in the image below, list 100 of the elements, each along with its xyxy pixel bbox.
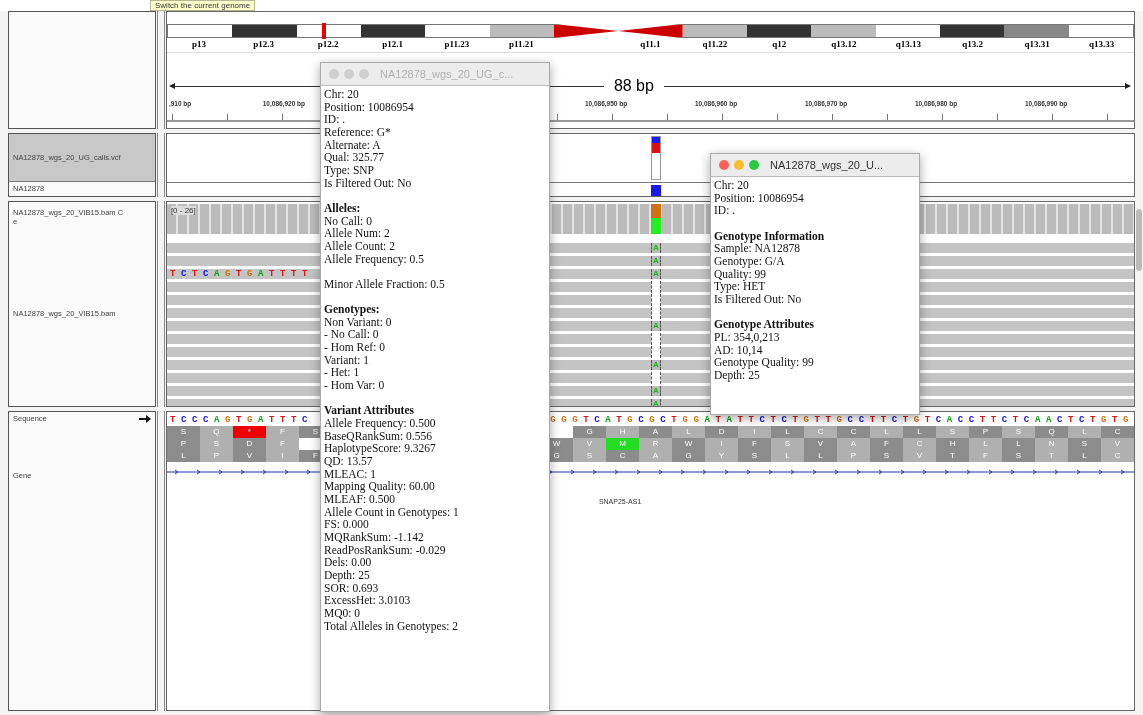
- amino-acid: P: [837, 450, 870, 462]
- amino-acid: H: [606, 426, 639, 438]
- amino-acid: S: [199, 438, 233, 450]
- info-line: Is Filtered Out: No: [714, 292, 803, 306]
- amino-acid: Q: [199, 426, 233, 438]
- mismatch-base: A: [650, 399, 661, 406]
- amino-acid: V: [903, 450, 936, 462]
- allele-frequency-bar[interactable]: [650, 136, 661, 180]
- coverage-range: [0 - 26]: [170, 206, 196, 215]
- chromosome-band[interactable]: [360, 24, 426, 38]
- amino-acid: N: [1035, 438, 1068, 450]
- scrollbar-thumb[interactable]: [1136, 209, 1142, 271]
- info-line: Depth: 25: [714, 368, 761, 382]
- amino-acid: S: [573, 450, 606, 462]
- amino-acid: G: [672, 450, 705, 462]
- band-label: p12.1: [382, 39, 403, 49]
- info-line: - Hom Ref: 0: [324, 341, 386, 354]
- info-line: No Call: 0: [324, 214, 373, 228]
- amino-acid: C: [804, 426, 837, 438]
- info-line: MLEAF: 0.500: [324, 492, 395, 506]
- amino-acid: L: [166, 450, 200, 462]
- section-heading: Genotypes:: [324, 303, 381, 316]
- info-line: Type: SNP: [324, 163, 375, 177]
- info-line: - No Call: 0: [324, 328, 380, 342]
- mismatch-base: A: [650, 243, 661, 253]
- amino-acid: L: [870, 426, 903, 438]
- info-line: Chr: 20: [324, 88, 360, 101]
- info-line: ID: .: [714, 204, 737, 217]
- panel-divider[interactable]: [156, 11, 165, 129]
- amino-acid: P: [969, 426, 1002, 438]
- amino-acid: L: [903, 426, 936, 438]
- amino-acid: R: [639, 438, 672, 450]
- zoom-button[interactable]: [749, 160, 759, 170]
- amino-acid: T: [936, 450, 969, 462]
- info-line: ReadPosRankSum: -0.029: [324, 543, 447, 557]
- amino-acid: L: [1068, 426, 1101, 438]
- info-line: MQRankSum: -1.142: [324, 530, 425, 544]
- section-heading: Alleles:: [324, 201, 362, 215]
- amino-acid: *: [232, 426, 266, 438]
- amino-acid: G: [573, 426, 606, 438]
- info-line: MLEAC: 1: [324, 467, 378, 481]
- band-label: q13.12: [831, 39, 857, 49]
- close-button[interactable]: [719, 160, 729, 170]
- amino-acid: L: [771, 450, 804, 462]
- genotype-call[interactable]: [650, 185, 661, 196]
- amino-acid: F: [265, 438, 299, 450]
- tooltip: Switch the current genome: [150, 0, 256, 11]
- amino-acid: V: [804, 438, 837, 450]
- section-heading: Genotype Information: [714, 229, 826, 243]
- info-line: ID: .: [324, 113, 347, 126]
- panel-divider[interactable]: [156, 201, 165, 407]
- amino-acid: P: [199, 450, 233, 462]
- amino-acid: S: [1002, 450, 1035, 462]
- mismatch-base: A: [650, 386, 661, 396]
- amino-acid: I: [705, 438, 738, 450]
- info-line: Total Alleles in Genotypes: 2: [324, 619, 459, 633]
- strand-arrow-icon[interactable]: [138, 414, 151, 423]
- amino-acid: S: [738, 450, 771, 462]
- chromosome-band[interactable]: [746, 24, 812, 38]
- amino-acid: I: [738, 426, 771, 438]
- info-line: Sample: NA12878: [714, 242, 801, 255]
- amino-acid: A: [837, 438, 870, 450]
- amino-acid: Q: [1035, 426, 1068, 438]
- chromosome-band[interactable]: [166, 24, 233, 38]
- section-heading: Genotype Attributes: [714, 318, 815, 331]
- amino-acid: F: [265, 426, 299, 438]
- amino-acid: D: [705, 426, 738, 438]
- amino-acid: L: [672, 426, 705, 438]
- amino-acid: S: [166, 426, 200, 438]
- amino-acid: C: [837, 426, 870, 438]
- amino-acid: D: [232, 438, 266, 450]
- info-line: Genotype: G/A: [714, 254, 786, 268]
- info-line: Depth: 25: [324, 568, 371, 582]
- panel-divider[interactable]: [156, 133, 165, 197]
- info-line: MQ0: 0: [324, 606, 362, 620]
- section-heading: Variant Attributes: [324, 404, 415, 417]
- mismatch-base: A: [650, 321, 661, 331]
- amino-acid: Y: [705, 450, 738, 462]
- amino-acid: V: [1101, 438, 1134, 450]
- amino-acid: T: [1035, 450, 1068, 462]
- info-line: PL: 354,0,213: [714, 330, 781, 344]
- amino-acid: F: [969, 450, 1002, 462]
- amino-acid: P: [166, 438, 200, 450]
- band-label: q12: [772, 39, 787, 49]
- info-line: Position: 10086954: [714, 191, 805, 205]
- variant-coverage-bar: [650, 204, 661, 234]
- info-line: ExcessHet: 3.0103: [324, 594, 412, 607]
- info-line: Position: 10086954: [324, 100, 415, 114]
- mismatch-base: A: [650, 269, 661, 279]
- band-label: q13.2: [962, 39, 984, 49]
- amino-acid: S: [1068, 438, 1101, 450]
- amino-acid: S: [771, 438, 804, 450]
- span-label: 88 bp: [612, 77, 655, 95]
- amino-acid: I: [265, 450, 299, 462]
- amino-acid: V: [232, 450, 266, 462]
- info-line: Reference: G*: [324, 125, 392, 139]
- amino-acid: C: [1101, 450, 1134, 462]
- panel-divider[interactable]: [156, 411, 165, 711]
- band-label: q13.33: [1089, 39, 1115, 49]
- band-label: q13.13: [895, 39, 921, 49]
